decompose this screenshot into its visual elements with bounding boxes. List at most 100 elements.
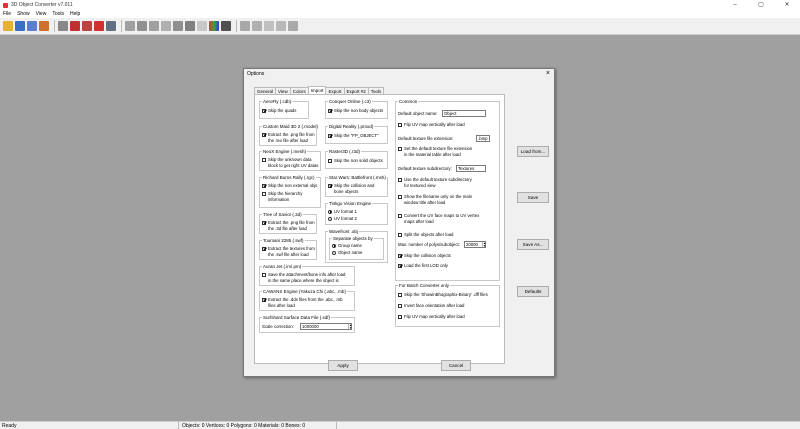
skip-binary-dff-checkbox[interactable]: Skip the 'ShowinBhographix-Binary' .dff … [398, 292, 488, 297]
skip-non-body-checkbox[interactable]: Skip the non body objects [328, 108, 383, 113]
load-from-button[interactable]: Load from... [517, 146, 549, 157]
checkbox-checked[interactable] [328, 183, 332, 188]
redo-icon[interactable] [82, 21, 92, 31]
tab-tools[interactable]: Tools [367, 87, 385, 94]
move-icon[interactable] [125, 21, 135, 31]
load-first-lod-checkbox[interactable]: Load the first LOD only [398, 263, 448, 268]
maximize-button[interactable]: ▢ [748, 0, 774, 10]
skip-hierarchy-checkbox[interactable]: Skip the hierarchy [262, 191, 302, 196]
flat-shade-icon[interactable] [197, 21, 207, 31]
checkbox-unchecked[interactable] [262, 272, 266, 277]
checkbox-checked[interactable] [262, 246, 266, 251]
split-objects-checkbox[interactable]: Split the objects after load [398, 232, 453, 237]
object-name-radio[interactable]: Object name [332, 250, 362, 255]
tab-export-2[interactable]: Export #2 [343, 87, 369, 94]
invert-face-checkbox[interactable]: Invert face orientation after load [398, 303, 464, 308]
skip-non-solid-checkbox[interactable]: Skip the non solid objects [328, 158, 383, 163]
radio-unselected[interactable] [328, 216, 332, 221]
color-icon[interactable] [209, 21, 219, 31]
uv-format-2-radio[interactable]: UV format 2 [328, 216, 357, 221]
close-window-button[interactable]: ✕ [774, 0, 800, 10]
rotate-icon[interactable] [137, 21, 147, 31]
minimize-button[interactable]: – [722, 0, 748, 10]
save-settings-button[interactable]: Save [517, 192, 549, 203]
extract-textures-checkbox[interactable]: Extract the textures from [262, 246, 315, 251]
checkbox-unchecked[interactable] [398, 303, 402, 308]
convert-uv-checkbox[interactable]: Convert the UV face maps to UV vertex [398, 213, 479, 218]
default-name-field[interactable]: Object [442, 110, 486, 117]
tab-view[interactable]: View [275, 87, 291, 94]
cancel-button[interactable]: Cancel [441, 360, 471, 371]
settings-gear-icon[interactable] [58, 21, 68, 31]
checkbox-unchecked[interactable] [398, 314, 402, 319]
texture-ext-field[interactable]: .bmp [476, 135, 490, 142]
checkbox-checked[interactable] [262, 220, 266, 225]
extract-dds-checkbox[interactable]: Extract the .dds files from the .abc, .m… [262, 297, 343, 302]
checkbox-unchecked[interactable] [398, 122, 402, 127]
checkbox-unchecked[interactable] [398, 213, 402, 218]
tab-import[interactable]: Import [307, 86, 327, 94]
checkbox-checked[interactable] [398, 253, 402, 258]
checkbox-checked[interactable] [262, 183, 266, 188]
checkbox-checked[interactable] [398, 263, 402, 268]
measure-icon[interactable] [288, 21, 298, 31]
menu-file[interactable]: File [3, 11, 11, 17]
spinner-arrows-icon[interactable]: ▲ ▼ [482, 242, 486, 247]
checkbox-unchecked[interactable] [262, 191, 266, 196]
skip-collision-checkbox[interactable]: Skip the collision objects [398, 253, 451, 258]
checkbox-unchecked[interactable] [398, 146, 402, 151]
checkbox-checked[interactable] [328, 133, 332, 138]
skip-quads-checkbox[interactable]: Skip the quads [262, 108, 296, 113]
flip-icon[interactable] [252, 21, 262, 31]
skip-collision-bone-checkbox[interactable]: Skip the collision and [328, 183, 374, 188]
extract-png-3d-checkbox[interactable]: Extract the .png file from [262, 220, 315, 225]
checkbox-unchecked[interactable] [328, 158, 332, 163]
scale-correction-field[interactable]: 1000000 ▲ ▼ [300, 323, 352, 330]
checkbox-checked[interactable] [262, 108, 266, 113]
skip-non-external-checkbox[interactable]: Skip the non external objs [262, 183, 317, 188]
menu-help[interactable]: Help [70, 11, 80, 17]
batch-icon[interactable] [39, 21, 49, 31]
checkbox-checked[interactable] [262, 297, 266, 302]
uv-format-1-radio[interactable]: UV format 1 [328, 209, 357, 214]
set-ext-checkbox[interactable]: Set the default texture file extension [398, 146, 472, 151]
checkbox-checked[interactable] [328, 108, 332, 113]
apply-button[interactable]: Apply [328, 360, 358, 371]
checkbox-unchecked[interactable] [398, 177, 402, 182]
select-icon[interactable] [161, 21, 171, 31]
save-icon[interactable] [15, 21, 25, 31]
spinner-arrows-icon[interactable]: ▲ ▼ [348, 324, 352, 329]
checkbox-unchecked[interactable] [398, 292, 402, 297]
radio-selected[interactable] [328, 209, 332, 214]
open-folder-icon[interactable] [3, 21, 13, 31]
dialog-close-icon[interactable]: × [546, 70, 550, 77]
tab-colors[interactable]: Colors [289, 87, 309, 94]
save-as-icon[interactable] [27, 21, 37, 31]
checkbox-unchecked[interactable] [398, 232, 402, 237]
axis-icon[interactable] [240, 21, 250, 31]
tab-export[interactable]: Export [325, 87, 345, 94]
undo-icon[interactable] [70, 21, 80, 31]
flip-uv-checkbox[interactable]: Flip UV map vertically after load [398, 122, 465, 127]
skip-unknown-checkbox[interactable]: Skip the unknown data [262, 157, 311, 162]
tool-icon[interactable] [94, 21, 104, 31]
group-name-radio[interactable]: Group name [332, 243, 362, 248]
menu-tools[interactable]: Tools [52, 11, 64, 17]
checkbox-unchecked[interactable] [262, 157, 266, 162]
tab-general[interactable]: General [254, 87, 277, 94]
radio-unselected[interactable] [332, 250, 336, 255]
save-attachment-checkbox[interactable]: Save the attachment/bone info after load [262, 272, 345, 277]
wireframe-icon[interactable] [173, 21, 183, 31]
radio-selected[interactable] [332, 243, 336, 248]
normals-icon[interactable] [264, 21, 274, 31]
align-icon[interactable] [276, 21, 286, 31]
show-filename-checkbox[interactable]: Show the filename only on the main [398, 194, 472, 199]
extract-png-checkbox[interactable]: Extract the .png file from [262, 132, 315, 137]
defaults-button[interactable]: Defaults [517, 286, 549, 297]
max-polys-field[interactable]: 20000 ▲ ▼ [464, 241, 486, 248]
chart-icon[interactable] [106, 21, 116, 31]
scale-icon[interactable] [149, 21, 159, 31]
checkbox-unchecked[interactable] [398, 194, 402, 199]
skip-fp-object-checkbox[interactable]: Skip the "FP_OBJECT" [328, 133, 379, 138]
menu-show[interactable]: Show [17, 11, 30, 17]
